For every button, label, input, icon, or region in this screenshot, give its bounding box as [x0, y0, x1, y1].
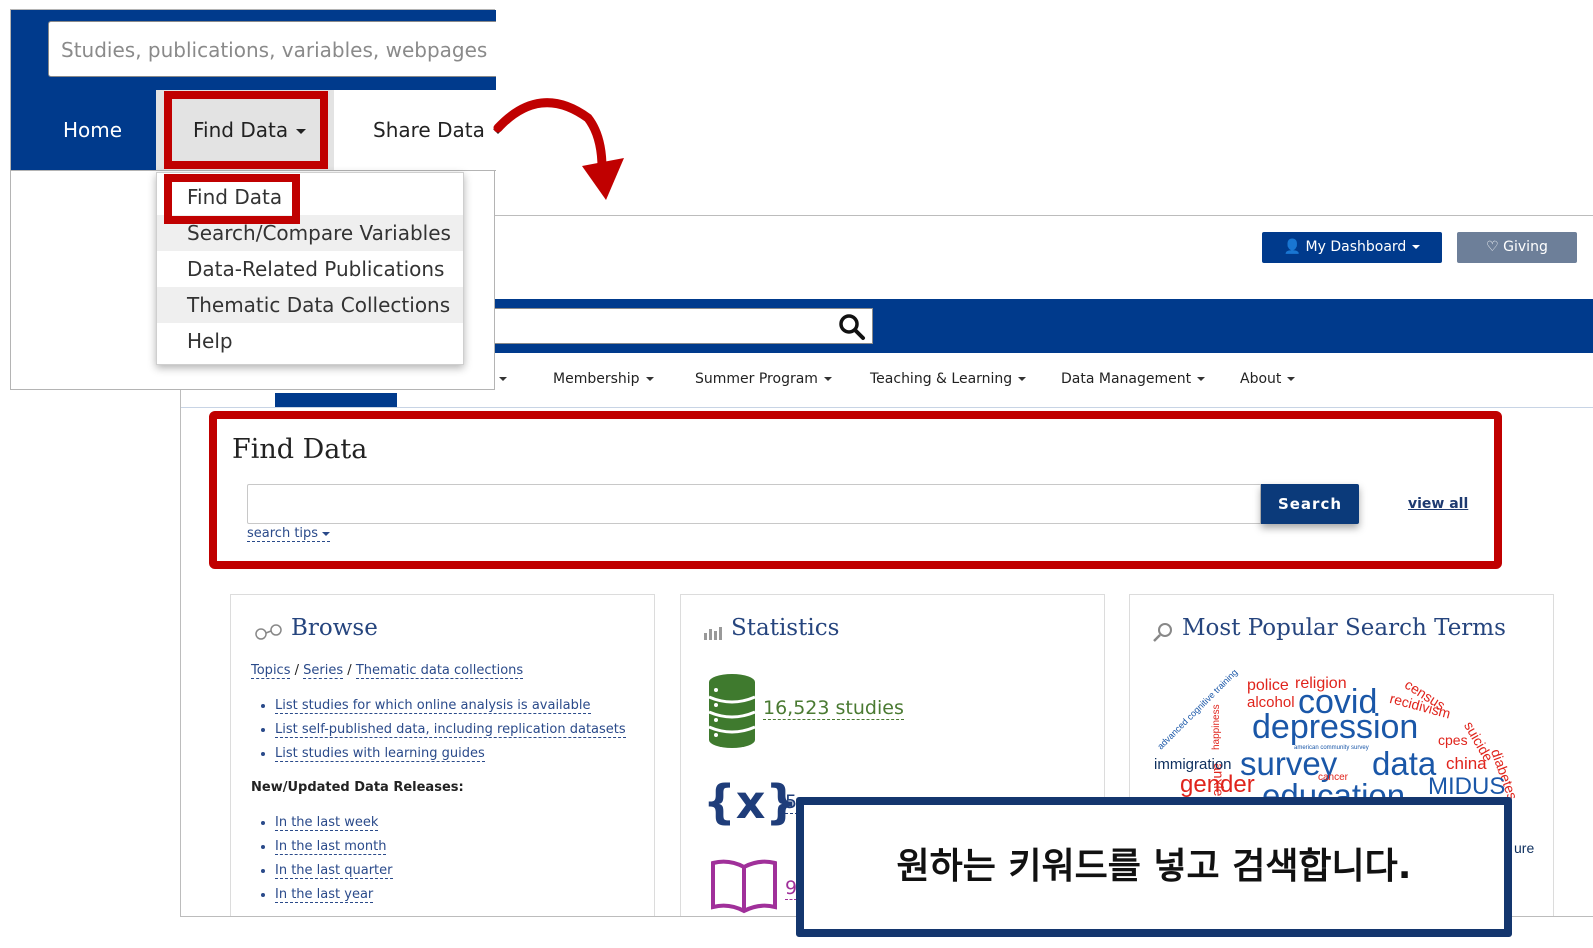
- browse-links: Topics / Series / Thematic data collecti…: [251, 663, 524, 679]
- word-term[interactable]: advanced cognitive training: [1155, 667, 1239, 751]
- list-item[interactable]: List studies with learning guides: [275, 745, 626, 762]
- browse-list: List studies for which online analysis i…: [251, 697, 626, 769]
- instruction-callout: 원하는 키워드를 넣고 검색합니다.: [796, 797, 1512, 937]
- search-icon[interactable]: [838, 313, 866, 341]
- word-term[interactable]: MIDUS: [1428, 775, 1505, 799]
- highlight-find-data-section: [209, 411, 1502, 569]
- book-icon: [711, 859, 777, 914]
- callout-text: 원하는 키워드를 넣고 검색합니다.: [896, 846, 1412, 887]
- list-item[interactable]: In the last month: [275, 838, 393, 855]
- popular-terms-title: Most Popular Search Terms: [1182, 615, 1506, 641]
- topics-link[interactable]: Topics: [251, 663, 291, 679]
- nav-teaching-learning[interactable]: Teaching & Learning: [870, 371, 1027, 387]
- nav-item-partial[interactable]: [493, 371, 507, 387]
- database-icon: [708, 674, 756, 748]
- menu-item-thematic-data-collections[interactable]: Thematic Data Collections: [157, 287, 463, 323]
- highlight-find-data-nav: [164, 91, 328, 169]
- nav-summer-program[interactable]: Summer Program: [695, 371, 832, 387]
- heart-icon: ♡: [1486, 239, 1499, 255]
- list-item[interactable]: In the last quarter: [275, 862, 393, 879]
- word-term[interactable]: happiness: [1211, 704, 1222, 750]
- user-icon: 👤: [1283, 239, 1302, 255]
- magnifier-icon: [1153, 623, 1172, 642]
- my-dashboard-button[interactable]: 👤 My Dashboard: [1262, 232, 1442, 263]
- list-item[interactable]: In the last year: [275, 886, 393, 903]
- giving-button[interactable]: ♡ Giving: [1457, 232, 1577, 263]
- search-placeholder: Studies, publications, variables, webpag…: [61, 38, 488, 62]
- word-term[interactable]: police: [1247, 678, 1289, 694]
- word-term[interactable]: immigration: [1154, 757, 1232, 772]
- browse-title: Browse: [291, 615, 378, 641]
- glasses-icon: [255, 624, 282, 640]
- menu-item-data-related-publications[interactable]: Data-Related Publications: [157, 251, 463, 287]
- nav-active-tab: [275, 393, 397, 407]
- list-item[interactable]: List self-published data, including repl…: [275, 721, 626, 738]
- word-term[interactable]: cpes: [1438, 733, 1468, 747]
- highlight-find-data-menu-item: [164, 174, 300, 224]
- variables-icon: {x}: [703, 775, 799, 829]
- studies-count-link[interactable]: 16,523 studies: [763, 697, 904, 720]
- word-term[interactable]: depression: [1252, 710, 1418, 744]
- list-item[interactable]: In the last week: [275, 814, 393, 831]
- curved-arrow-icon: [493, 98, 624, 200]
- series-link[interactable]: Series: [303, 663, 344, 679]
- new-updated-label: New/Updated Data Releases:: [251, 780, 464, 795]
- browse-panel: Browse Topics / Series / Thematic data c…: [230, 594, 655, 916]
- nav-membership[interactable]: Membership: [553, 371, 654, 387]
- nav-share-data[interactable]: Share Data: [373, 118, 503, 142]
- nav-home[interactable]: Home: [11, 90, 156, 170]
- menu-item-help[interactable]: Help: [157, 323, 463, 359]
- header-search-input[interactable]: Studies, publications, variables, webpag…: [48, 21, 496, 77]
- word-term[interactable]: ure: [1514, 841, 1534, 855]
- word-term[interactable]: china: [1446, 755, 1487, 772]
- nav-about[interactable]: About: [1240, 371, 1296, 387]
- nav-data-management[interactable]: Data Management: [1061, 371, 1206, 387]
- statistics-title: Statistics: [731, 615, 840, 641]
- bar-chart-icon: [704, 627, 722, 640]
- releases-list: In the last week In the last month In th…: [251, 814, 393, 910]
- list-item[interactable]: List studies for which online analysis i…: [275, 697, 626, 714]
- thematic-collections-link[interactable]: Thematic data collections: [355, 663, 524, 679]
- word-term[interactable]: data: [1372, 747, 1436, 780]
